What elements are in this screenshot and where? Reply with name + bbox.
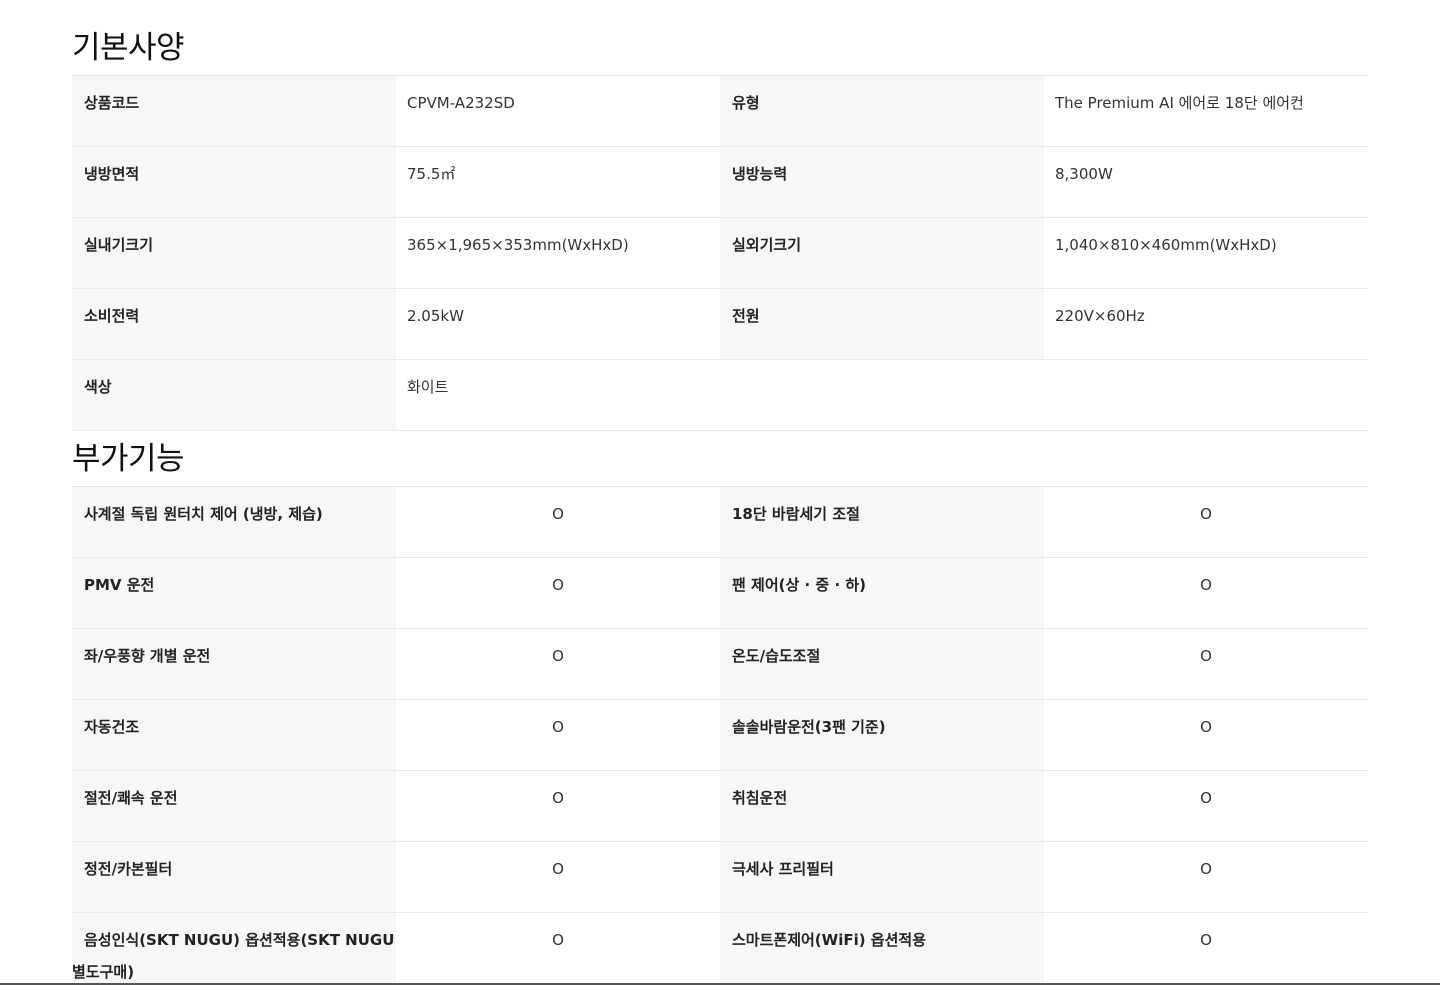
spec-value-outdoor-size: 1,040×810×460mm(WxHxD) — [1044, 218, 1368, 288]
empty-cell — [720, 360, 1044, 430]
spec-label-cooling-area: 냉방면적 — [72, 147, 396, 217]
spec-value-power-source: 220V×60Hz — [1044, 289, 1368, 359]
spec-value-color: 화이트 — [396, 360, 720, 430]
table-row: 냉방면적 75.5㎡ 냉방능력 8,300W — [72, 147, 1368, 218]
table-row: 좌/우풍향 개별 운전 O 온도/습도조절 O — [72, 629, 1368, 700]
spec-value-cooling-capacity: 8,300W — [1044, 147, 1368, 217]
feature-label-smartphone-control: 스마트폰제어(WiFi) 옵션적용 — [720, 913, 1044, 983]
spec-value-cooling-area: 75.5㎡ — [396, 147, 720, 217]
feature-mark-breeze: O — [1044, 700, 1368, 770]
feature-mark-voice-recognition: O — [396, 913, 720, 983]
feature-label-wind-strength: 18단 바람세기 조절 — [720, 487, 1044, 557]
feature-mark-temp-humidity: O — [1044, 629, 1368, 699]
spec-label-type: 유형 — [720, 76, 1044, 146]
table-row: 사계절 독립 원터치 제어 (냉방, 제습) O 18단 바람세기 조절 O — [72, 487, 1368, 558]
feature-label-breeze: 솔솔바람운전(3팬 기준) — [720, 700, 1044, 770]
spec-label-power-consumption: 소비전력 — [72, 289, 396, 359]
spec-label-indoor-size: 실내기크기 — [72, 218, 396, 288]
table-row: 정전/카본필터 O 극세사 프리필터 O — [72, 842, 1368, 913]
feature-mark-saving-turbo: O — [396, 771, 720, 841]
feature-mark-microfiber-filter: O — [1044, 842, 1368, 912]
feature-mark-smartphone-control: O — [1044, 913, 1368, 983]
feature-label-sleep: 취침운전 — [720, 771, 1044, 841]
feature-mark-wind-strength: O — [1044, 487, 1368, 557]
feature-label-left-right-wind: 좌/우풍향 개별 운전 — [72, 629, 396, 699]
feature-label-carbon-filter: 정전/카본필터 — [72, 842, 396, 912]
basic-specs-title: 기본사양 — [72, 30, 185, 66]
table-row: 음성인식(SKT NUGU) 옵션적용(SKT NUGU 별도구매) O 스마트… — [72, 913, 1368, 984]
table-row: 색상 화이트 — [72, 360, 1368, 431]
feature-label-temp-humidity: 온도/습도조절 — [720, 629, 1044, 699]
spec-label-product-code: 상품코드 — [72, 76, 396, 146]
feature-label-auto-dry: 자동건조 — [72, 700, 396, 770]
table-row: 실내기크기 365×1,965×353mm(WxHxD) 실외기크기 1,040… — [72, 218, 1368, 289]
spec-label-outdoor-size: 실외기크기 — [720, 218, 1044, 288]
basic-specs-table: 상품코드 CPVM-A232SD 유형 The Premium AI 에어로 1… — [72, 75, 1368, 431]
product-spec-page: 기본사양 상품코드 CPVM-A232SD 유형 The Premium AI … — [0, 0, 1440, 985]
empty-cell — [1044, 360, 1368, 430]
feature-mark-pmv: O — [396, 558, 720, 628]
spec-label-power-source: 전원 — [720, 289, 1044, 359]
feature-label-pmv: PMV 운전 — [72, 558, 396, 628]
feature-mark-carbon-filter: O — [396, 842, 720, 912]
spec-value-power-consumption: 2.05kW — [396, 289, 720, 359]
feature-label-voice-recognition: 음성인식(SKT NUGU) 옵션적용(SKT NUGU 별도구매) — [72, 913, 396, 983]
table-row: 절전/쾌속 운전 O 취침운전 O — [72, 771, 1368, 842]
extra-features-title: 부가기능 — [72, 441, 185, 477]
feature-label-saving-turbo: 절전/쾌속 운전 — [72, 771, 396, 841]
feature-mark-auto-dry: O — [396, 700, 720, 770]
feature-mark-sleep: O — [1044, 771, 1368, 841]
table-row: PMV 운전 O 팬 제어(상 · 중 · 하) O — [72, 558, 1368, 629]
spec-label-color: 색상 — [72, 360, 396, 430]
spec-label-cooling-capacity: 냉방능력 — [720, 147, 1044, 217]
feature-mark-left-right-wind: O — [396, 629, 720, 699]
table-row: 상품코드 CPVM-A232SD 유형 The Premium AI 에어로 1… — [72, 76, 1368, 147]
spec-value-product-code: CPVM-A232SD — [396, 76, 720, 146]
spec-value-indoor-size: 365×1,965×353mm(WxHxD) — [396, 218, 720, 288]
feature-label-microfiber-filter: 극세사 프리필터 — [720, 842, 1044, 912]
spec-value-type: The Premium AI 에어로 18단 에어컨 — [1044, 76, 1368, 146]
table-row: 소비전력 2.05kW 전원 220V×60Hz — [72, 289, 1368, 360]
table-row: 자동건조 O 솔솔바람운전(3팬 기준) O — [72, 700, 1368, 771]
feature-label-seasonal-control: 사계절 독립 원터치 제어 (냉방, 제습) — [72, 487, 396, 557]
feature-label-fan-control: 팬 제어(상 · 중 · 하) — [720, 558, 1044, 628]
feature-mark-seasonal-control: O — [396, 487, 720, 557]
extra-features-table: 사계절 독립 원터치 제어 (냉방, 제습) O 18단 바람세기 조절 O P… — [72, 486, 1368, 984]
feature-mark-fan-control: O — [1044, 558, 1368, 628]
